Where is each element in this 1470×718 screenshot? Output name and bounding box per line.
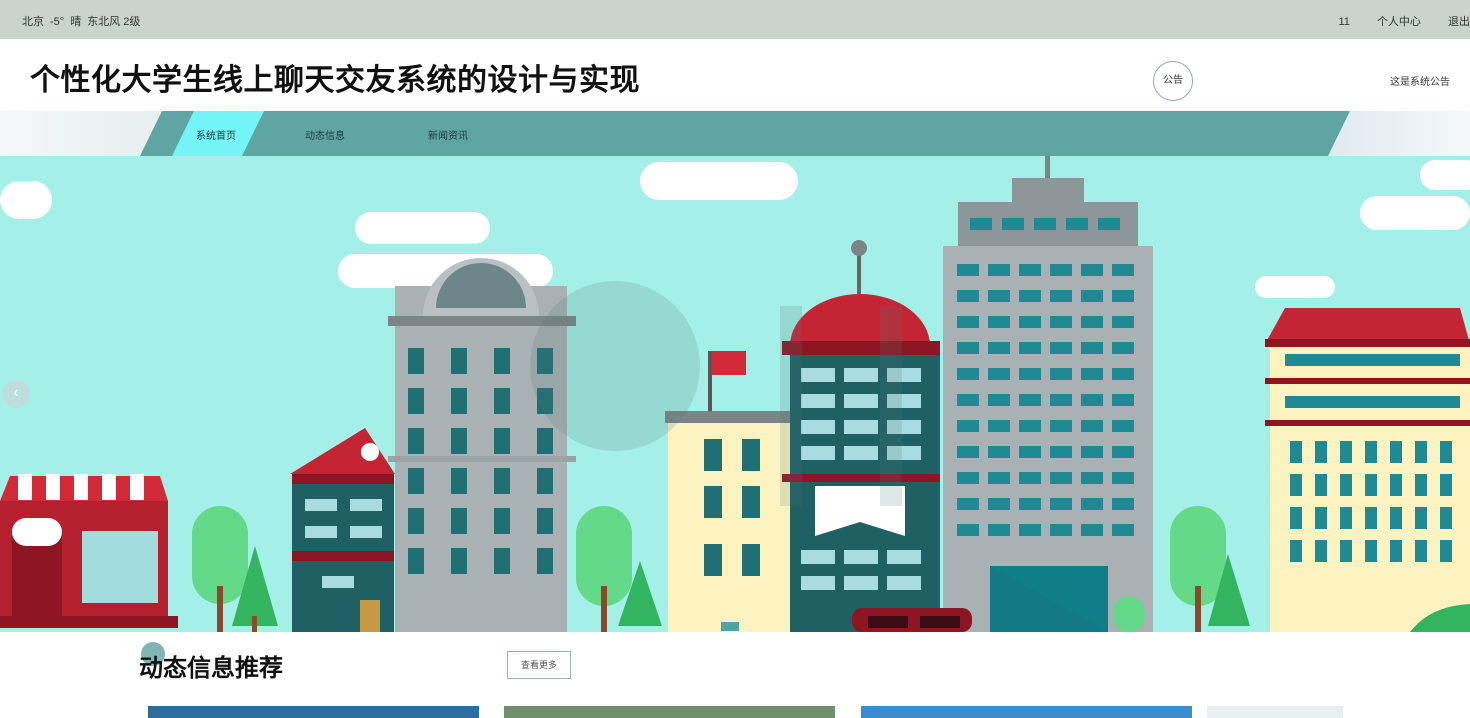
- section-title: 动态信息推荐: [139, 654, 283, 682]
- user-count[interactable]: 11: [1338, 16, 1349, 28]
- notice-button[interactable]: 公告: [1153, 61, 1193, 101]
- city-illustration: [0, 156, 1470, 632]
- dynamic-card[interactable]: [148, 706, 479, 718]
- view-more-button[interactable]: 查看更多: [507, 651, 571, 679]
- weather-info: 北京 -5° 晴东北风 2级: [22, 13, 146, 29]
- dynamic-card[interactable]: [861, 706, 1192, 718]
- logout-link[interactable]: 退出: [1448, 16, 1470, 28]
- main-nav: 系统首页 动态信息 新闻资讯: [0, 111, 1470, 156]
- site-header: 个性化大学生线上聊天交友系统的设计与实现 公告 这是系统公告: [0, 39, 1470, 111]
- recommend-section: 动态信息推荐 查看更多: [0, 632, 1470, 718]
- nav-item-home[interactable]: 系统首页: [196, 127, 236, 142]
- dynamic-card[interactable]: [1207, 706, 1343, 718]
- weather-wind: 东北风 2级: [87, 16, 141, 28]
- personal-center-link[interactable]: 个人中心: [1377, 16, 1421, 28]
- top-bar: 北京 -5° 晴东北风 2级 11 个人中心 退出: [0, 0, 1470, 39]
- weather-temperature: -5°: [50, 16, 65, 28]
- site-title: 个性化大学生线上聊天交友系统的设计与实现: [30, 63, 640, 98]
- dynamic-card[interactable]: [504, 706, 835, 718]
- weather-city: 北京: [22, 16, 44, 28]
- nav-item-dynamics[interactable]: 动态信息: [305, 127, 345, 142]
- user-links: 11 个人中心 退出: [1338, 13, 1470, 29]
- banner-carousel[interactable]: ‹: [0, 156, 1470, 632]
- carousel-indicator[interactable]: [721, 622, 739, 631]
- nav-item-news[interactable]: 新闻资讯: [428, 127, 468, 142]
- chevron-left-icon: ‹: [13, 384, 19, 401]
- weather-condition: 晴: [70, 16, 82, 28]
- carousel-prev-button[interactable]: ‹: [2, 380, 30, 408]
- notice-text[interactable]: 这是系统公告: [1390, 73, 1450, 88]
